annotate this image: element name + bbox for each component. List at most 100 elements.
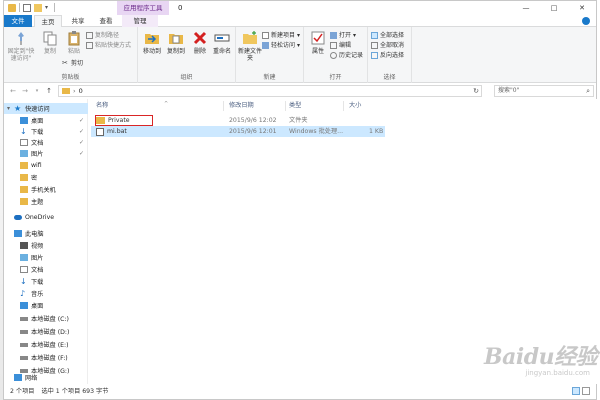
edit-button[interactable]: 编辑 — [330, 41, 351, 50]
recent-locations-button[interactable]: ▾ — [32, 86, 42, 96]
nav-item-pc-desktop[interactable]: 桌面 — [4, 300, 88, 311]
nav-item-pc-documents[interactable]: 文档 — [4, 264, 88, 275]
address-bar[interactable]: › 0 ↻ — [58, 85, 482, 97]
tab-manage[interactable]: 管理 — [122, 15, 158, 27]
watermark: Baidu经验 jingyan.baidu.com — [484, 339, 598, 389]
context-tab-header: 应用程序工具 — [117, 1, 169, 15]
nav-drive-f[interactable]: 本地磁盘 (F:) — [4, 352, 88, 363]
column-header-name[interactable]: 名称 ^ — [96, 101, 226, 111]
copy-icon — [42, 30, 58, 46]
copy-to-button[interactable]: 复制到 — [164, 30, 188, 55]
file-row[interactable]: mi.bat 2015/9/6 12:01 Windows 批处理... 1 K… — [91, 126, 385, 137]
pin-icon[interactable]: ✓ — [79, 139, 84, 146]
cut-button[interactable]: ✂ 剪切 — [62, 59, 83, 68]
column-header-size[interactable]: 大小 — [349, 101, 385, 111]
tab-view[interactable]: 查看 — [92, 15, 120, 27]
properties-icon[interactable] — [23, 3, 31, 12]
cloud-icon — [14, 215, 22, 220]
pin-icon[interactable]: ✓ — [79, 150, 84, 157]
toolbar-separator — [19, 3, 20, 12]
desktop-icon — [20, 117, 28, 124]
column-divider[interactable] — [343, 101, 344, 111]
edit-icon — [330, 42, 337, 49]
nav-item-phone-shutdown[interactable]: 手机关机 — [4, 184, 88, 195]
pin-quick-access-button[interactable]: 固定到"快速访问" — [6, 30, 36, 62]
nav-drive-e[interactable]: 本地磁盘 (E:) — [4, 339, 88, 350]
history-button[interactable]: 历史记录 — [330, 51, 363, 60]
open-button[interactable]: 打开 ▾ — [330, 31, 356, 40]
nav-item-wifi[interactable]: wifi — [4, 160, 88, 171]
back-button[interactable]: ← — [8, 86, 18, 96]
nav-item-music[interactable]: ♪ 音乐 — [4, 288, 88, 299]
tab-home[interactable]: 主页 — [34, 15, 62, 27]
copy-path-button[interactable]: 复制路径 — [86, 31, 119, 40]
address-path: 0 — [78, 87, 83, 95]
nav-item-pictures[interactable]: 图片 ✓ — [4, 148, 88, 159]
drive-icon — [20, 342, 28, 347]
desktop-icon — [20, 302, 28, 309]
forward-button[interactable]: → — [20, 86, 30, 96]
easy-access-button[interactable]: 轻松访问 ▾ — [262, 41, 300, 50]
file-modified: 2015/9/6 12:02 — [229, 117, 277, 124]
nav-item-videos[interactable]: 视频 — [4, 240, 88, 251]
copy-button[interactable]: 复制 — [38, 30, 62, 55]
paste-shortcut-button[interactable]: 粘贴快捷方式 — [86, 41, 131, 50]
nav-item-documents[interactable]: 文档 ✓ — [4, 137, 88, 148]
minimize-button[interactable]: — — [512, 1, 540, 15]
refresh-icon[interactable]: ↻ — [473, 87, 479, 95]
paste-button[interactable]: 粘贴 — [62, 30, 86, 55]
group-label: 新建 — [263, 74, 276, 81]
column-divider[interactable] — [285, 101, 286, 111]
close-button[interactable]: ✕ — [568, 1, 596, 15]
tab-share[interactable]: 共享 — [64, 15, 92, 27]
drive-icon — [20, 316, 28, 321]
column-divider[interactable] — [223, 101, 224, 111]
tab-file[interactable]: 文件 — [4, 15, 32, 27]
copy-to-icon — [168, 30, 184, 46]
search-input[interactable]: 搜索"0" ⌕ — [494, 85, 594, 97]
chevron-down-icon[interactable]: ▾ — [45, 4, 51, 12]
copy-path-icon — [86, 32, 93, 39]
new-item-button[interactable]: 新建项目 ▾ — [262, 31, 300, 40]
nav-quick-access[interactable]: ▾ ★ 快速访问 — [4, 103, 88, 114]
delete-button[interactable]: 删除 — [188, 30, 212, 55]
nav-this-pc[interactable]: 此电脑 — [4, 228, 88, 239]
drive-icon — [20, 329, 28, 334]
nav-item-desktop[interactable]: 桌面 ✓ — [4, 115, 88, 126]
nav-item-mi[interactable]: 密 — [4, 172, 88, 183]
video-icon — [20, 242, 28, 249]
nav-drive-d[interactable]: 本地磁盘 (D:) — [4, 326, 88, 337]
new-item-icon — [262, 32, 269, 39]
column-header-modified[interactable]: 修改日期 — [229, 101, 287, 111]
nav-item-pc-downloads[interactable]: ↓ 下载 — [4, 276, 88, 287]
up-button[interactable]: ↑ — [44, 86, 54, 96]
nav-network[interactable]: 网络 — [4, 372, 88, 383]
annotation-box — [95, 115, 153, 126]
invert-selection-button[interactable]: 反向选择 — [371, 51, 404, 60]
folder-icon — [20, 198, 28, 205]
select-none-button[interactable]: 全部取消 — [371, 41, 404, 50]
properties-button[interactable]: 属性 — [306, 30, 330, 55]
file-row[interactable]: Private 2015/9/6 12:02 文件夹 — [91, 115, 385, 126]
nav-item-pc-pictures[interactable]: 图片 — [4, 252, 88, 263]
help-icon[interactable] — [582, 17, 590, 25]
nav-item-theme[interactable]: 主题 — [4, 196, 88, 207]
rename-button[interactable]: 重命名 — [210, 30, 234, 55]
nav-item-downloads[interactable]: ↓ 下载 ✓ — [4, 126, 88, 137]
new-folder-button[interactable]: 新建文件夹 — [238, 30, 262, 62]
folder-icon[interactable] — [8, 3, 16, 12]
column-header-type[interactable]: 类型 — [289, 101, 345, 111]
move-to-button[interactable]: 移动到 — [140, 30, 164, 55]
nav-onedrive[interactable]: OneDrive — [4, 212, 88, 223]
pin-icon[interactable]: ✓ — [79, 117, 84, 124]
select-all-button[interactable]: 全部选择 — [371, 31, 404, 40]
picture-icon — [20, 254, 28, 261]
download-icon: ↓ — [20, 277, 27, 286]
pin-icon[interactable]: ✓ — [79, 128, 84, 135]
nav-drive-c[interactable]: 本地磁盘 (C:) — [4, 313, 88, 324]
maximize-button[interactable]: □ — [540, 1, 568, 15]
move-to-icon — [144, 30, 160, 46]
drive-icon — [20, 355, 28, 360]
watermark-brand: Baidu经验 — [484, 344, 598, 370]
new-folder-icon[interactable] — [34, 3, 42, 12]
